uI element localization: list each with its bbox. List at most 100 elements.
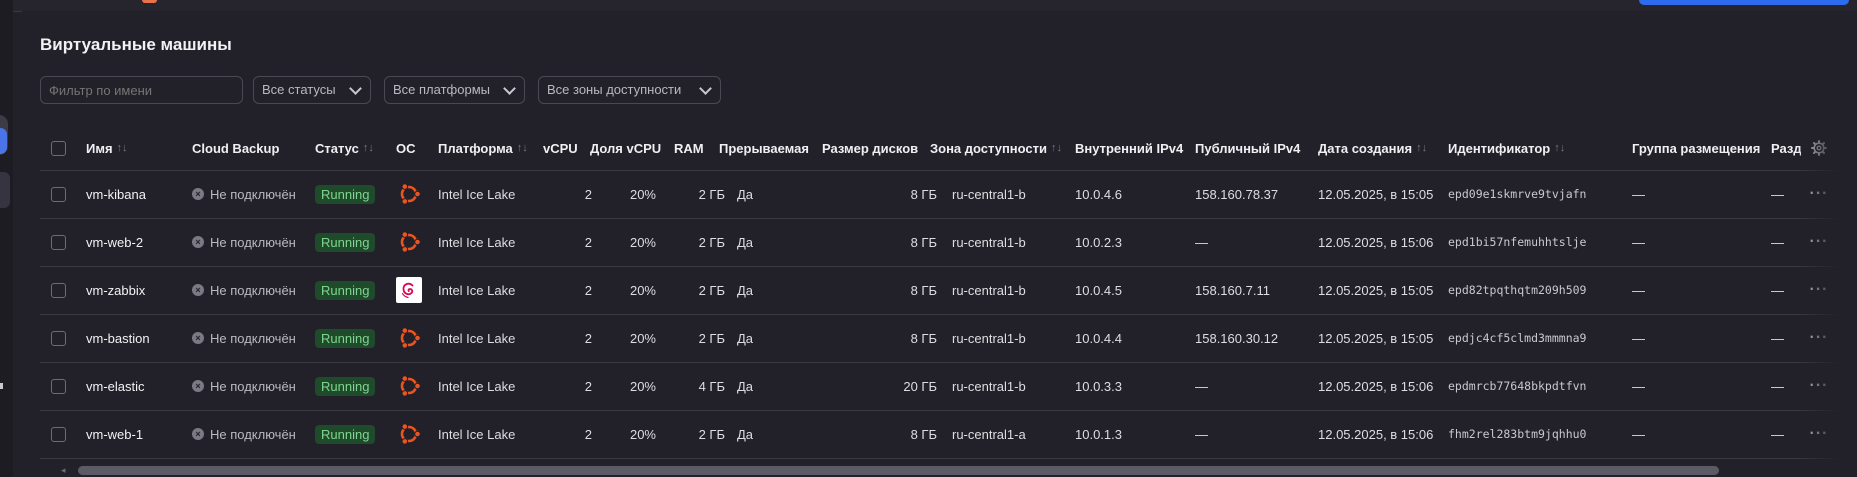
sort-icon[interactable]: ↑↓	[1416, 142, 1427, 154]
status-filter-select[interactable]: Все статусы	[253, 76, 371, 104]
cell-status: Running	[315, 170, 376, 218]
sort-icon[interactable]: ↑↓	[1554, 142, 1565, 154]
table-row[interactable]: vm-kibana × Не подключён Running Intel Ice L…	[40, 170, 1857, 219]
scrollbar-thumb[interactable]	[78, 466, 1719, 475]
cell-menu[interactable]: ···	[1804, 170, 1834, 218]
disconnected-icon: ×	[192, 428, 204, 440]
disconnected-icon: ×	[192, 380, 204, 392]
row-select-checkbox[interactable]	[51, 426, 66, 442]
cell-menu[interactable]: ···	[1804, 362, 1834, 410]
cell-platform: Intel Ice Lake	[438, 362, 515, 410]
chevron-down-icon	[699, 81, 712, 95]
cell-menu[interactable]: ···	[1804, 266, 1834, 314]
cell-zone: ru-central1-b	[952, 218, 1026, 266]
table-row[interactable]: vm-zabbix × Не подключён Running Intel Ice L…	[40, 266, 1857, 315]
name-text[interactable]: vm-bastion	[86, 331, 150, 346]
cell-preemptible: Да	[737, 410, 753, 458]
cell-backup: × Не подключён	[192, 410, 296, 458]
cell-placement: —	[1632, 362, 1645, 410]
table-row[interactable]: vm-web-1 × Не подключён Running Intel Ice La…	[40, 410, 1857, 459]
name-text[interactable]: vm-zabbix	[86, 283, 145, 298]
cell-checkbox	[51, 314, 66, 362]
horizontal-scrollbar[interactable]: ◂	[56, 464, 1857, 476]
id-text: epdjc4cf5clmd3mmmna9	[1448, 331, 1587, 345]
cell-zone: ru-central1-b	[952, 314, 1026, 362]
vcpu-share-text: 20%	[629, 426, 656, 442]
name-text[interactable]: vm-web-2	[86, 235, 143, 250]
nav-item-selected[interactable]	[0, 172, 10, 208]
more-options-icon[interactable]: ···	[1810, 281, 1829, 299]
header-vcpu: vCPU	[543, 126, 578, 170]
row-select-checkbox[interactable]	[51, 330, 66, 346]
ubuntu-icon	[400, 423, 421, 445]
platform-filter-select[interactable]: Все платформы	[384, 76, 525, 104]
table-row[interactable]: vm-bastion × Не подключён Running Intel Ice …	[40, 314, 1857, 363]
scroll-left-icon[interactable]: ◂	[61, 465, 66, 476]
cell-backup: × Не подключён	[192, 266, 296, 314]
table-settings[interactable]	[1804, 126, 1834, 170]
more-options-icon[interactable]: ···	[1810, 329, 1829, 347]
header-status-label: Статус	[315, 140, 359, 156]
cell-extra: —	[1771, 362, 1784, 410]
nav-item-active-indicator[interactable]	[0, 128, 7, 154]
cell-placement: —	[1632, 266, 1645, 314]
create-vm-button[interactable]	[1639, 0, 1849, 5]
row-select-checkbox[interactable]	[51, 186, 66, 202]
cell-checkbox	[51, 218, 66, 266]
more-options-icon[interactable]: ···	[1810, 233, 1829, 251]
header-name[interactable]: Имя ↑↓	[86, 126, 128, 170]
cell-os	[396, 314, 422, 362]
cell-menu[interactable]: ···	[1804, 314, 1834, 362]
row-select-checkbox[interactable]	[51, 378, 66, 394]
name-text[interactable]: vm-web-1	[86, 427, 143, 442]
preemptible-text: Да	[737, 234, 754, 250]
select-all-checkbox[interactable]	[51, 140, 66, 156]
row-select-checkbox[interactable]	[51, 282, 66, 298]
more-options-icon[interactable]: ···	[1810, 185, 1829, 203]
platform-text: Intel Ice Lake	[438, 426, 516, 442]
row-select-checkbox[interactable]	[51, 234, 66, 250]
ram-text: 4 ГБ	[698, 378, 725, 394]
cell-menu[interactable]: ···	[1804, 410, 1834, 458]
cell-name: vm-elastic	[86, 362, 145, 410]
zone-filter-select[interactable]: Все зоны доступности	[538, 76, 721, 104]
cell-zone: ru-central1-b	[952, 170, 1026, 218]
header-platform[interactable]: Платформа ↑↓	[438, 126, 528, 170]
sort-icon[interactable]: ↑↓	[117, 142, 128, 154]
cell-created: 12.05.2025, в 15:05	[1318, 170, 1433, 218]
id-text: epd09e1skmrve9tvjafn	[1448, 187, 1587, 201]
cell-platform: Intel Ice Lake	[438, 170, 515, 218]
name-text[interactable]: vm-kibana	[86, 187, 146, 202]
platform-text: Intel Ice Lake	[438, 186, 516, 202]
header-status[interactable]: Статус ↑↓	[315, 126, 374, 170]
extra-text: —	[1771, 378, 1784, 394]
more-options-icon[interactable]: ···	[1810, 425, 1829, 443]
cell-os	[396, 410, 422, 458]
disconnected-icon: ×	[192, 284, 204, 296]
cell-name: vm-web-2	[86, 218, 143, 266]
more-options-icon[interactable]: ···	[1810, 377, 1829, 395]
cell-vcpu: 2	[543, 218, 592, 266]
ubuntu-icon	[400, 327, 421, 349]
cell-menu[interactable]: ···	[1804, 218, 1834, 266]
cell-ram: 2 ГБ	[674, 266, 725, 314]
sort-icon[interactable]: ↑↓	[517, 142, 528, 154]
cell-created: 12.05.2025, в 15:05	[1318, 314, 1433, 362]
cell-extra: —	[1771, 218, 1784, 266]
header-created[interactable]: Дата создания ↑↓	[1318, 126, 1427, 170]
name-text[interactable]: vm-elastic	[86, 379, 145, 394]
cell-checkbox	[51, 170, 66, 218]
gear-icon[interactable]	[1811, 140, 1827, 156]
header-id[interactable]: Идентификатор ↑↓	[1448, 126, 1565, 170]
main-content: Виртуальные машины Все статусы Все платф…	[22, 11, 1857, 477]
header-zone[interactable]: Зона доступности ↑↓	[930, 126, 1062, 170]
preemptible-text: Да	[737, 426, 754, 442]
created-text: 12.05.2025, в 15:06	[1318, 378, 1434, 394]
sort-icon[interactable]: ↑↓	[363, 142, 374, 154]
table-row[interactable]: vm-elastic × Не подключён Running Intel Ice …	[40, 362, 1857, 411]
sort-icon[interactable]: ↑↓	[1051, 142, 1062, 154]
name-filter-input[interactable]	[40, 76, 243, 104]
preemptible-text: Да	[737, 378, 754, 394]
cell-vcpu-share: 20%	[590, 410, 656, 458]
table-row[interactable]: vm-web-2 × Не подключён Running Intel Ice La…	[40, 218, 1857, 267]
